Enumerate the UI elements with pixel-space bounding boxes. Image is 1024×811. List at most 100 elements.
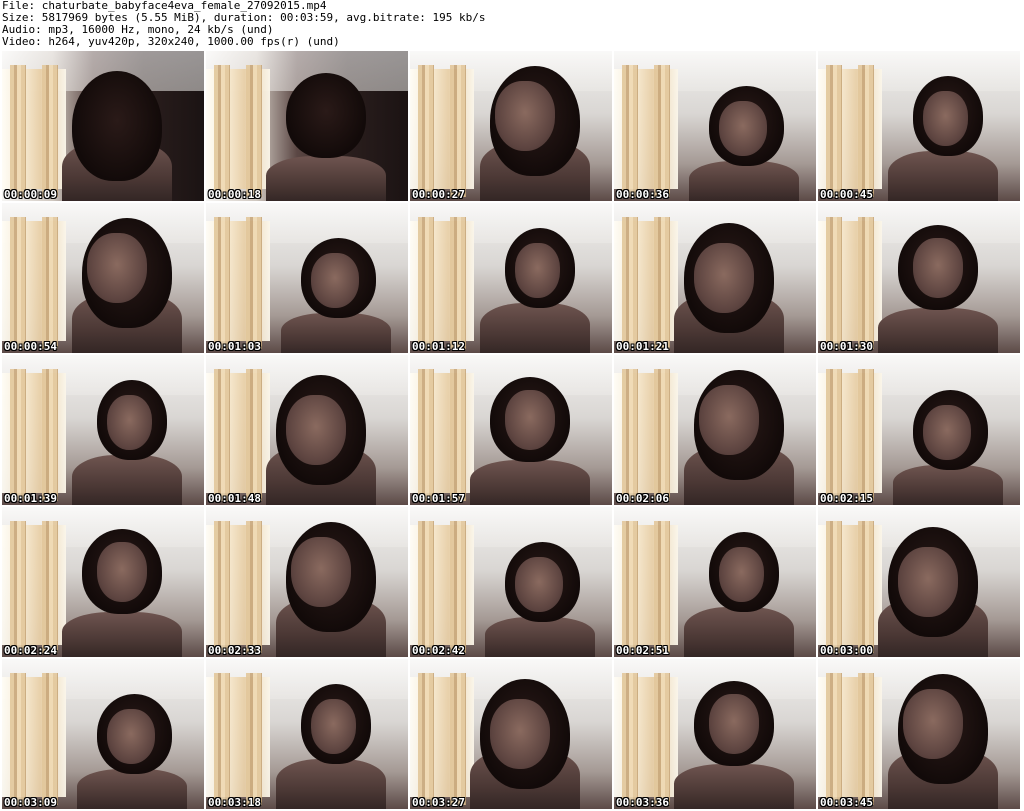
thumbnail-curtain [622, 369, 638, 501]
thumbnail-timestamp: 00:02:42 [412, 644, 465, 657]
thumbnail-subject-face [97, 542, 147, 602]
thumbnail-subject-body [888, 151, 998, 201]
thumbnail-timestamp: 00:01:12 [412, 340, 465, 353]
video-thumbnail: 00:02:06 [614, 355, 816, 505]
thumbnail-curtain [10, 217, 26, 349]
video-thumbnail: 00:03:18 [206, 659, 408, 809]
thumbnail-subject-body [62, 612, 182, 657]
thumbnail-subject-hair [286, 73, 366, 158]
thumbnail-curtain [42, 521, 58, 653]
thumbnail-timestamp: 00:03:45 [820, 796, 873, 809]
video-info-line: Video: h264, yuv420p, 320x240, 1000.00 f… [2, 36, 340, 48]
video-thumbnail: 00:00:09 [2, 51, 204, 201]
thumbnail-subject-body [674, 764, 794, 809]
thumbnail-subject-face [719, 547, 764, 602]
thumbnail-curtain [418, 65, 434, 197]
video-thumbnail: 00:03:45 [818, 659, 1020, 809]
thumbnail-timestamp: 00:01:21 [616, 340, 669, 353]
thumbnail-subject-body [485, 617, 595, 657]
thumbnail-curtain [622, 217, 638, 349]
thumbnail-curtain [246, 217, 262, 349]
video-thumbnail: 00:02:15 [818, 355, 1020, 505]
thumbnail-subject-face [709, 694, 759, 754]
thumbnail-curtain [826, 521, 842, 653]
thumbnail-curtain [450, 521, 466, 653]
thumbnail-timestamp: 00:01:30 [820, 340, 873, 353]
thumbnail-timestamp: 00:03:36 [616, 796, 669, 809]
video-thumbnail: 00:01:57 [410, 355, 612, 505]
thumbnail-curtain [246, 369, 262, 501]
thumbnail-subject-body [689, 161, 799, 201]
thumbnail-curtain [418, 521, 434, 653]
thumbnail-subject-face [286, 395, 346, 465]
video-thumbnail: 00:03:00 [818, 507, 1020, 657]
audio-info-line: Audio: mp3, 16000 Hz, mono, 24 kb/s (und… [2, 24, 274, 36]
video-thumbnail: 00:02:33 [206, 507, 408, 657]
thumbnail-timestamp: 00:03:00 [820, 644, 873, 657]
thumbnail-curtain [622, 673, 638, 805]
thumbnail-curtain [10, 369, 26, 501]
thumbnail-curtain [858, 65, 874, 197]
thumbnail-timestamp: 00:01:03 [208, 340, 261, 353]
video-thumbnail: 00:01:39 [2, 355, 204, 505]
thumbnail-subject-face [694, 243, 754, 313]
thumbnail-timestamp: 00:02:51 [616, 644, 669, 657]
thumbnail-subject-face [699, 385, 759, 455]
thumbnail-timestamp: 00:02:15 [820, 492, 873, 505]
thumbnail-subject-body [878, 308, 998, 353]
thumbnail-subject-face [923, 405, 971, 460]
thumbnail-curtain [654, 521, 670, 653]
thumbnail-subject-body [72, 455, 182, 505]
thumbnail-curtain [858, 673, 874, 805]
thumbnail-curtain [42, 65, 58, 197]
thumbnail-subject-face [898, 547, 958, 617]
thumbnail-timestamp: 00:02:24 [4, 644, 57, 657]
thumbnail-timestamp: 00:01:48 [208, 492, 261, 505]
thumbnail-subject-body [893, 465, 1003, 505]
video-thumbnail: 00:02:51 [614, 507, 816, 657]
thumbnail-curtain [214, 521, 230, 653]
thumbnail-curtain [450, 65, 466, 197]
thumbnail-timestamp: 00:00:18 [208, 188, 261, 201]
thumbnail-curtain [654, 217, 670, 349]
thumbnail-curtain [654, 65, 670, 197]
thumbnail-subject-face [291, 537, 351, 607]
thumbnail-timestamp: 00:01:39 [4, 492, 57, 505]
thumbnail-timestamp: 00:03:09 [4, 796, 57, 809]
thumbnail-curtain [214, 369, 230, 501]
thumbnail-subject-face [505, 390, 555, 450]
thumbnail-timestamp: 00:00:36 [616, 188, 669, 201]
thumbnail-subject-body [470, 460, 590, 505]
thumbnail-curtain [826, 369, 842, 501]
thumbnail-curtain [450, 217, 466, 349]
thumbnail-curtain [858, 217, 874, 349]
thumbnail-subject-face [107, 709, 155, 764]
thumbnail-subject-face [311, 253, 359, 308]
video-thumbnail: 00:00:36 [614, 51, 816, 201]
thumbnail-subject-face [87, 233, 147, 303]
thumbnail-curtain [246, 673, 262, 805]
thumbnail-subject-body [77, 769, 187, 809]
thumbnail-curtain [10, 521, 26, 653]
thumbnail-timestamp: 00:00:45 [820, 188, 873, 201]
thumbnail-curtain [214, 65, 230, 197]
thumbnail-grid: 00:00:09 00:00:18 00:00:27 00:00:36 00:00:45… [2, 51, 1022, 811]
thumbnail-subject-face [923, 91, 968, 146]
video-thumbnail: 00:00:45 [818, 51, 1020, 201]
thumbnail-subject-face [107, 395, 152, 450]
video-thumbnail: 00:02:24 [2, 507, 204, 657]
thumbnail-subject-face [490, 699, 550, 769]
thumbnail-timestamp: 00:03:27 [412, 796, 465, 809]
thumbnail-subject-face [913, 238, 963, 298]
thumbnail-curtain [246, 521, 262, 653]
thumbnail-timestamp: 00:03:18 [208, 796, 261, 809]
thumbnail-subject-body [480, 303, 590, 353]
thumbnail-subject-body [281, 313, 391, 353]
thumbnail-timestamp: 00:01:57 [412, 492, 465, 505]
thumbnail-curtain [42, 369, 58, 501]
thumbnail-subject-body [266, 156, 386, 201]
thumbnail-curtain [622, 65, 638, 197]
thumbnail-subject-hair [72, 71, 162, 181]
thumbnail-timestamp: 00:00:54 [4, 340, 57, 353]
thumbnail-curtain [622, 521, 638, 653]
